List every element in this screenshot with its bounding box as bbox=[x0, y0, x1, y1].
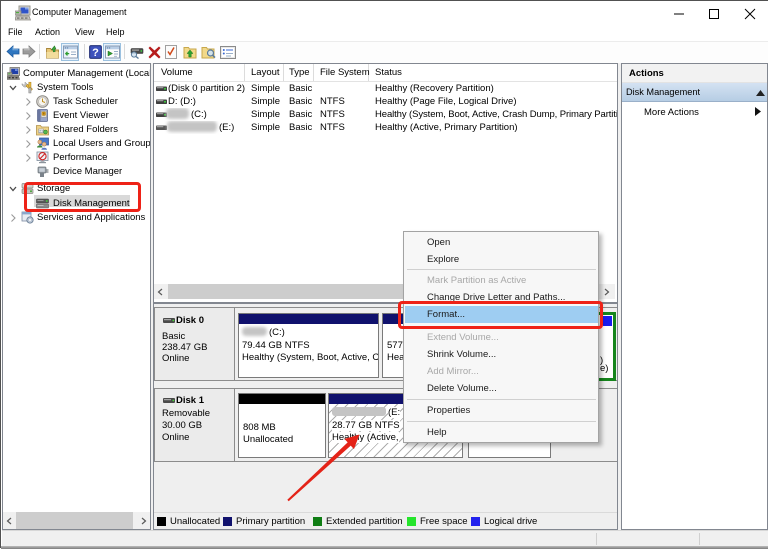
svg-text:?: ? bbox=[92, 47, 99, 59]
